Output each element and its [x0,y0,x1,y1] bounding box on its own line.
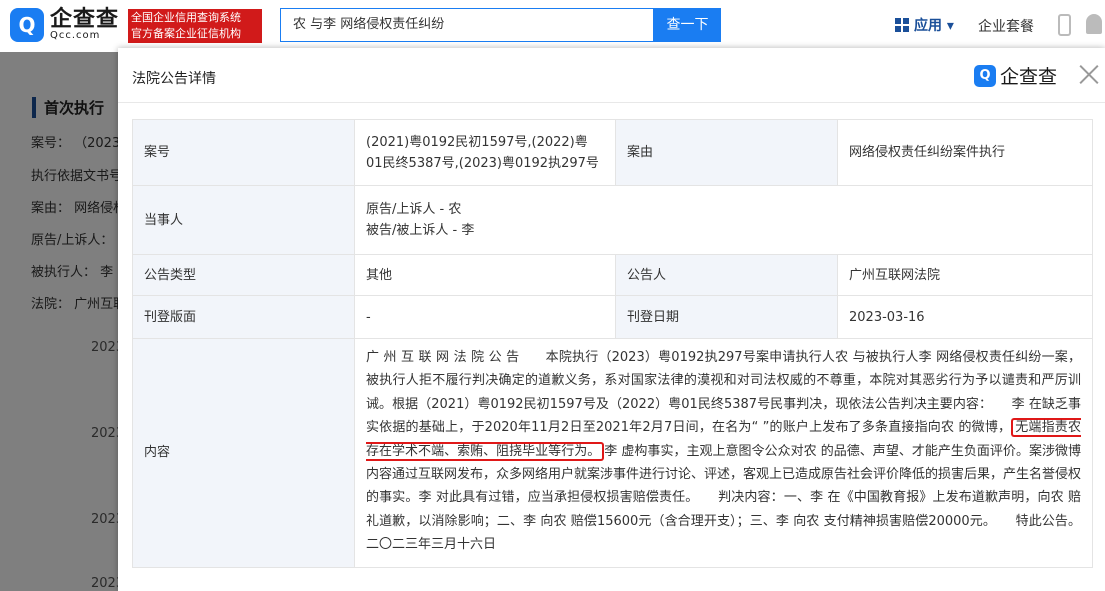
close-icon[interactable] [1078,63,1100,85]
page-value: - [354,295,616,339]
party-label: 当事人 [132,185,355,255]
qcc-logo-icon: Q [974,64,996,87]
modal-logo: Q 企查查 [974,62,1057,89]
bell-icon[interactable] [1086,14,1102,34]
date-value: 2023-03-16 [837,295,1093,339]
logo-domain: Qcc.com [50,30,101,41]
court-notice-modal: 法院公告详情 Q 企查查 案号 (2021)粤0192民初1597号,(2022… [118,48,1105,591]
case-no-link[interactable]: (2021)粤0192民初1597号,(2022)粤01民终5387号,(202… [354,119,616,186]
phone-icon[interactable] [1058,14,1071,36]
table-row: 刊登版面 - 刊登日期 2023-03-16 [132,295,1093,339]
divider [118,102,1105,103]
cause-value: 网络侵权责任纠纷案件执行 [837,119,1093,186]
case-no-label: 案号 [132,119,355,186]
announcer-label: 公告人 [615,254,838,296]
type-label: 公告类型 [132,254,355,296]
search-button[interactable]: 查一下 [654,8,721,42]
date-label: 刊登日期 [615,295,838,339]
page-label: 刊登版面 [132,295,355,339]
table-row: 公告类型 其他 公告人 广州互联网法院 [132,254,1093,296]
modal-title: 法院公告详情 [132,71,216,87]
table-row: 当事人 原告/上诉人 - 农 被告/被上诉人 - 李 [132,185,1093,255]
party-value: 原告/上诉人 - 农 被告/被上诉人 - 李 [354,185,1093,255]
nav-enterprise-package[interactable]: 企业套餐 [978,16,1034,36]
announcer-value: 广州互联网法院 [837,254,1093,296]
table-row: 内容 广 州 互 联 网 法 院 公 告 本院执行（2023）粤0192执297… [132,338,1093,568]
apps-grid-icon [895,18,909,32]
qcc-logo[interactable]: Q 企查查 Qcc.com [10,8,119,42]
search-input[interactable]: 农 与李 网络侵权责任纠纷 [280,8,654,42]
type-value: 其他 [354,254,616,296]
slogan-badge: 全国企业信用查询系统 官方备案企业征信机构 [128,9,262,43]
table-row: 案号 (2021)粤0192民初1597号,(2022)粤01民终5387号,(… [132,119,1093,186]
top-header: Q 企查查 Qcc.com 全国企业信用查询系统 官方备案企业征信机构 农 与李… [0,0,1105,52]
content-label: 内容 [132,338,355,568]
notice-content: 广 州 互 联 网 法 院 公 告 本院执行（2023）粤0192执297号案申… [354,338,1093,568]
plaintiff-text[interactable]: 原告/上诉人 - 农 [366,199,1081,220]
apps-menu-button[interactable]: 应用 ▾ [895,15,954,35]
qcc-logo-icon: Q [10,8,44,42]
logo-name: 企查查 [50,7,120,32]
defendant-text[interactable]: 被告/被上诉人 - 李 [366,220,1081,241]
cause-label: 案由 [615,119,838,186]
notice-detail-table: 案号 (2021)粤0192民初1597号,(2022)粤01民终5387号,(… [132,119,1093,568]
